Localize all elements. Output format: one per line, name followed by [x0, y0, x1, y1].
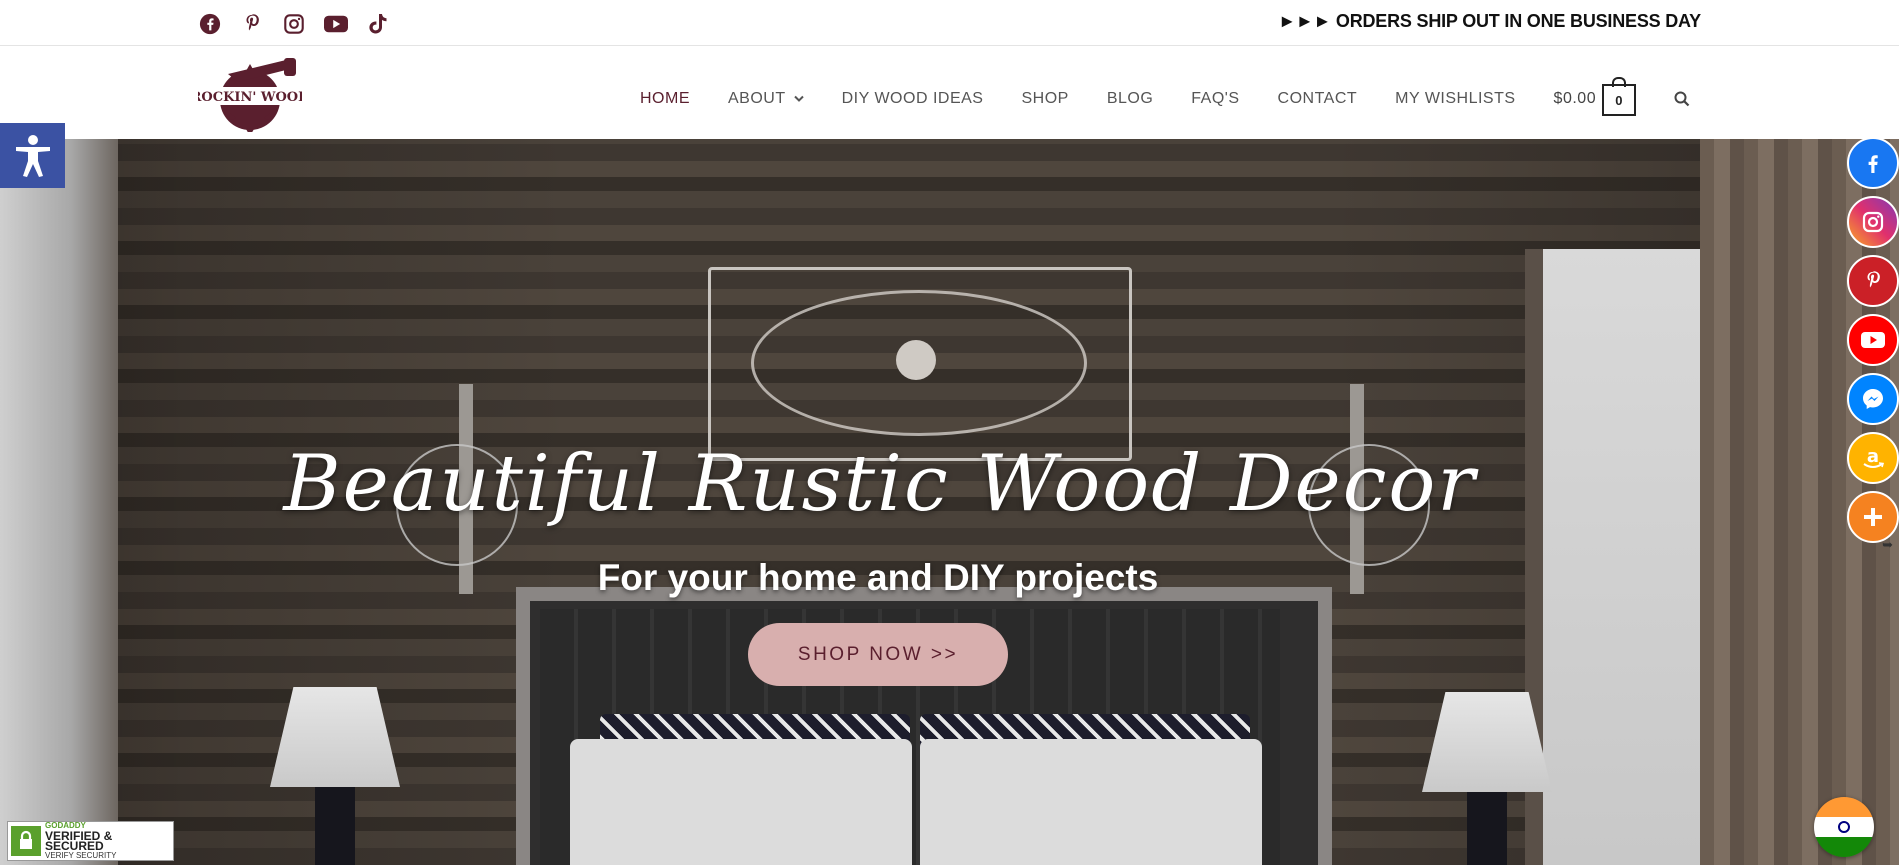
search-icon[interactable]: [1674, 91, 1690, 107]
chevron-down-icon: [793, 95, 804, 103]
share-facebook-icon[interactable]: [1847, 137, 1899, 189]
cart-count: 0: [1615, 92, 1623, 108]
nav-item-label: DIY WOOD IDEAS: [841, 90, 984, 107]
nav-item-shop[interactable]: SHOP: [1021, 90, 1068, 108]
logo-text: ROCKIN' WOOD: [198, 90, 302, 105]
nav-item-label: BLOG: [1106, 90, 1154, 107]
share-amazon-icon[interactable]: a: [1847, 432, 1899, 484]
top-bar: ►►► ORDERS SHIP OUT IN ONE BUSINESS DAY: [0, 0, 1899, 46]
share-more-icon[interactable]: [1847, 491, 1899, 543]
hero-banner: Beautiful Rustic Wood Decor For your hom…: [0, 139, 1899, 865]
hide-share-bar-icon[interactable]: ➥: [1882, 537, 1893, 553]
hero-lamp-base-right: [1467, 792, 1507, 865]
nav-item-label: HOME: [640, 90, 690, 107]
floating-share-bar: a: [1847, 137, 1899, 550]
hero-subtitle: For your home and DIY projects: [597, 557, 1159, 598]
badge-line3: VERIFY SECURITY: [45, 851, 117, 860]
hero-pillow-right: [920, 739, 1262, 865]
accessibility-button[interactable]: [0, 123, 65, 188]
badge-line2: VERIFIED & SECURED: [45, 829, 113, 853]
accessibility-icon: [13, 134, 53, 178]
nav-item-blog[interactable]: BLOG: [1107, 90, 1153, 108]
pinterest-icon[interactable]: [240, 12, 264, 36]
nav-item-label: ABOUT: [728, 90, 786, 107]
facebook-icon[interactable]: [198, 12, 222, 36]
nav-item-contact[interactable]: CONTACT: [1278, 90, 1358, 108]
nav-item-faqs[interactable]: FAQ'S: [1191, 90, 1239, 108]
main-header: ROCKIN' WOOD HOME ABOUT DIY WOOD IDEAS S…: [0, 46, 1899, 139]
nav-item-home[interactable]: HOME: [640, 90, 690, 108]
share-pinterest-icon[interactable]: [1847, 255, 1899, 307]
top-social-links: [198, 12, 390, 36]
hero-lamp-base-left: [315, 787, 355, 865]
shop-now-button[interactable]: SHOP NOW >>: [748, 623, 1008, 686]
youtube-icon[interactable]: [324, 12, 348, 36]
share-instagram-icon[interactable]: [1847, 196, 1899, 248]
nav-item-label: MY WISHLISTS: [1395, 90, 1516, 107]
nav-item-diy-wood-ideas[interactable]: DIY WOOD IDEAS: [842, 90, 984, 108]
tiktok-icon[interactable]: [366, 12, 390, 36]
godaddy-security-badge[interactable]: GODADDY VERIFIED & SECURED VERIFY SECURI…: [7, 821, 174, 861]
svg-text:a: a: [1867, 446, 1879, 467]
lock-shield-icon: [11, 826, 41, 856]
share-messenger-icon[interactable]: [1847, 373, 1899, 425]
shopping-bag-icon: 0: [1602, 77, 1637, 116]
nav-item-label: SHOP: [1021, 90, 1069, 107]
nav-item-label: FAQ'S: [1191, 90, 1240, 107]
cart-button[interactable]: $0.00 0: [1553, 77, 1637, 116]
nav-item-my-wishlists[interactable]: MY WISHLISTS: [1395, 90, 1515, 108]
instagram-icon[interactable]: [282, 12, 306, 36]
share-youtube-icon[interactable]: [1847, 314, 1899, 366]
cart-total: $0.00: [1553, 90, 1597, 107]
shipping-message: ►►► ORDERS SHIP OUT IN ONE BUSINESS DAY: [1278, 11, 1701, 31]
hero-pillow-left: [570, 739, 912, 865]
primary-nav: HOME ABOUT DIY WOOD IDEAS SHOP BLOG FAQ'…: [640, 77, 1690, 116]
hero-wall-ironwork: [708, 267, 1132, 461]
badge-text: GODADDY VERIFIED & SECURED VERIFY SECURI…: [45, 821, 173, 861]
language-selector-india-flag-icon[interactable]: [1814, 797, 1874, 857]
nav-item-label: CONTACT: [1277, 90, 1358, 107]
site-logo[interactable]: ROCKIN' WOOD: [191, 54, 309, 136]
hero-title: Beautiful Rustic Wood Decor: [283, 439, 1477, 529]
nav-item-about[interactable]: ABOUT: [728, 90, 804, 108]
